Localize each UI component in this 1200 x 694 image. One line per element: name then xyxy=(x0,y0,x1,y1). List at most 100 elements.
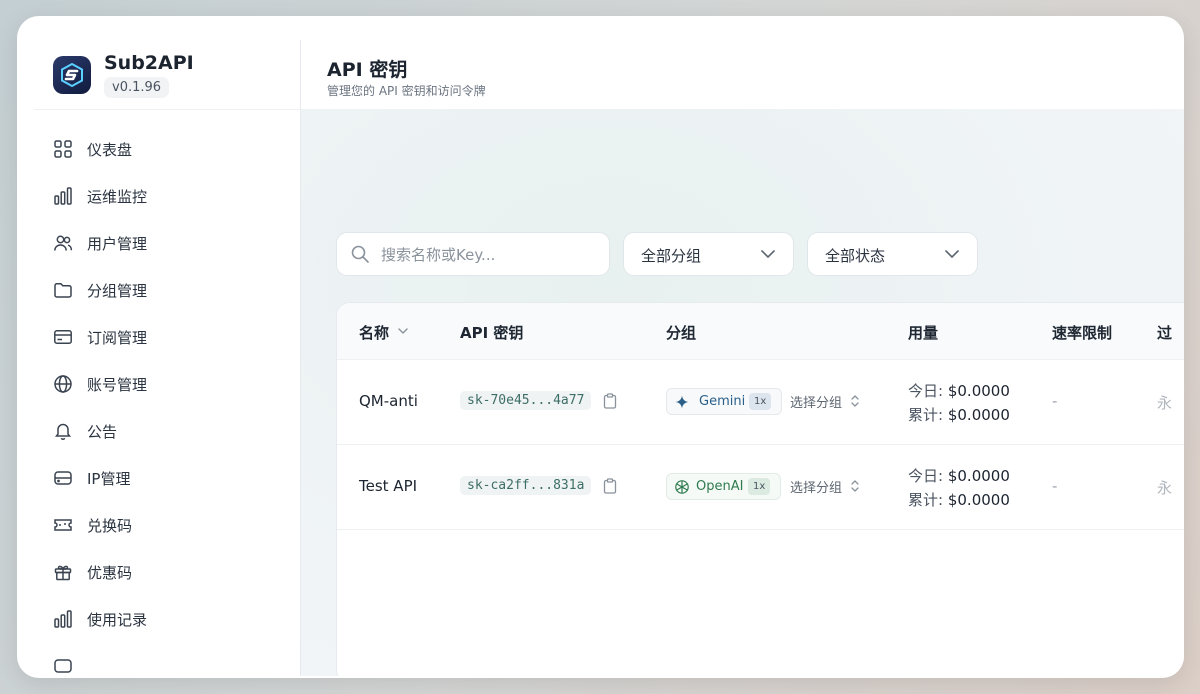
column-header-truncated: 过 xyxy=(1157,324,1173,342)
sidebar-item-label: 优惠码 xyxy=(87,564,133,582)
updown-chevron-icon[interactable] xyxy=(850,394,860,408)
bar-chart-icon xyxy=(54,187,72,205)
app-window: Sub2API v0.1.96 仪表盘 运维监控 用户管理 分组管理 订阅管理 … xyxy=(17,16,1184,678)
usage-today-label: 今日: xyxy=(908,467,944,485)
sort-chevron-icon[interactable] xyxy=(398,327,408,335)
sidebar-item-users[interactable]: 用户管理 xyxy=(34,220,300,267)
gift-icon xyxy=(54,565,72,581)
select-group-dropdown[interactable]: 选择分组 xyxy=(790,392,842,411)
app-logo[interactable] xyxy=(53,56,91,94)
sidebar-item-groups[interactable]: 分组管理 xyxy=(34,267,300,314)
usage-total-label: 累计: xyxy=(908,406,944,424)
group-multiplier: 1x xyxy=(748,478,771,495)
status-filter-value: 全部状态 xyxy=(825,247,886,265)
sidebar-item-monitoring[interactable]: 运维监控 xyxy=(34,173,300,220)
sidebar-item-cutoff[interactable] xyxy=(34,643,300,676)
copy-icon[interactable] xyxy=(603,478,617,494)
sidebar-item-ip[interactable]: IP管理 xyxy=(34,455,300,502)
group-name: Gemini xyxy=(699,394,746,409)
usage-today-label: 今日: xyxy=(908,382,944,400)
sidebar-item-label: 运维监控 xyxy=(87,188,148,206)
bar-chart-icon xyxy=(54,610,72,628)
page-header: API 密钥 管理您的 API 密钥和访问令牌 xyxy=(301,40,1184,109)
grid-icon xyxy=(54,140,72,158)
sidebar-item-usage-logs[interactable]: 使用记录 xyxy=(34,596,300,643)
ticket-icon xyxy=(54,519,72,531)
bell-icon xyxy=(55,423,71,440)
chevron-down-icon xyxy=(945,250,959,258)
table-row: Test API sk-ca2ff...831a OpenAI 1x 选择分组 xyxy=(337,445,1184,530)
sidebar-item-label: 账号管理 xyxy=(87,376,148,394)
version-badge: v0.1.96 xyxy=(104,77,170,98)
truncated-cell: 永 xyxy=(1157,394,1173,412)
sidebar-item-label: 分组管理 xyxy=(87,282,148,300)
page-title: API 密钥 xyxy=(327,59,408,81)
usage-total-label: 累计: xyxy=(908,491,944,509)
column-header-usage: 用量 xyxy=(908,324,939,342)
sidebar-item-label: 用户管理 xyxy=(87,235,148,253)
brand: Sub2API v0.1.96 xyxy=(34,40,300,110)
globe-icon xyxy=(54,375,72,393)
rate-limit-value: - xyxy=(1052,392,1058,410)
updown-chevron-icon[interactable] xyxy=(850,479,860,493)
column-header-name[interactable]: 名称 xyxy=(359,322,389,343)
usage-total-value: $0.0000 xyxy=(947,406,1010,424)
column-header-rate-limit: 速率限制 xyxy=(1052,324,1113,342)
key-name: QM-anti xyxy=(359,392,418,410)
sidebar-item-label: 公告 xyxy=(87,423,118,441)
sidebar-item-coupons[interactable]: 优惠码 xyxy=(34,549,300,596)
partial-icon xyxy=(54,659,72,673)
api-keys-table: 名称 API 密钥 分组 用量 速率限制 过 QM-anti sk-70e45.… xyxy=(336,302,1184,676)
users-icon xyxy=(54,235,73,251)
chevron-down-icon xyxy=(761,250,775,258)
sidebar-item-announcements[interactable]: 公告 xyxy=(34,408,300,455)
truncated-cell: 永 xyxy=(1157,479,1173,497)
search-input[interactable] xyxy=(379,243,603,267)
sidebar-item-subscriptions[interactable]: 订阅管理 xyxy=(34,314,300,361)
folder-icon xyxy=(54,282,72,298)
api-key-value: sk-70e45...4a77 xyxy=(460,391,592,410)
group-name: OpenAI xyxy=(696,479,744,494)
sidebar-item-label: 使用记录 xyxy=(87,611,148,629)
sidebar-item-label: IP管理 xyxy=(87,470,131,488)
credit-card-icon xyxy=(54,330,72,344)
usage-total: 累计: $0.0000 xyxy=(908,404,1010,425)
group-filter-value: 全部分组 xyxy=(641,247,702,265)
sidebar-item-redeem[interactable]: 兑换码 xyxy=(34,502,300,549)
rate-limit-value: - xyxy=(1052,477,1058,495)
group-badge: OpenAI 1x xyxy=(666,473,781,500)
usage-today-value: $0.0000 xyxy=(947,382,1010,400)
app-layout: Sub2API v0.1.96 仪表盘 运维监控 用户管理 分组管理 订阅管理 … xyxy=(34,40,1184,676)
sidebar: Sub2API v0.1.96 仪表盘 运维监控 用户管理 分组管理 订阅管理 … xyxy=(34,40,301,676)
column-header-group: 分组 xyxy=(666,324,697,342)
usage-today-value: $0.0000 xyxy=(947,467,1010,485)
sidebar-item-label: 订阅管理 xyxy=(87,329,148,347)
sparkle-icon xyxy=(675,395,689,409)
sidebar-item-dashboard[interactable]: 仪表盘 xyxy=(34,126,300,173)
select-group-dropdown[interactable]: 选择分组 xyxy=(790,477,842,496)
sidebar-item-label: 兑换码 xyxy=(87,517,133,535)
group-multiplier: 1x xyxy=(749,393,772,410)
status-filter-select[interactable]: 全部状态 xyxy=(807,232,978,276)
group-badge: Gemini 1x xyxy=(666,388,782,415)
usage-total-value: $0.0000 xyxy=(947,491,1010,509)
logo-icon xyxy=(61,62,83,88)
search-icon xyxy=(351,245,369,263)
server-icon xyxy=(54,471,72,485)
main-content: API 密钥 管理您的 API 密钥和访问令牌 全部分组 全部状态 xyxy=(301,40,1184,676)
copy-icon[interactable] xyxy=(603,393,617,409)
openai-icon xyxy=(675,480,689,494)
group-filter-select[interactable]: 全部分组 xyxy=(623,232,794,276)
usage-today: 今日: $0.0000 xyxy=(908,465,1010,486)
column-header-key: API 密钥 xyxy=(460,324,524,342)
api-key-value: sk-ca2ff...831a xyxy=(460,476,592,495)
usage-today: 今日: $0.0000 xyxy=(908,380,1010,401)
table-header: 名称 API 密钥 分组 用量 速率限制 过 xyxy=(337,303,1184,360)
page-subtitle: 管理您的 API 密钥和访问令牌 xyxy=(327,84,486,98)
sidebar-item-accounts[interactable]: 账号管理 xyxy=(34,361,300,408)
usage-total: 累计: $0.0000 xyxy=(908,489,1010,510)
table-row: QM-anti sk-70e45...4a77 Gemini 1x 选择分组 今… xyxy=(337,360,1184,445)
key-name: Test API xyxy=(359,477,418,495)
sidebar-item-label: 仪表盘 xyxy=(87,141,133,159)
search-box[interactable] xyxy=(336,232,610,276)
